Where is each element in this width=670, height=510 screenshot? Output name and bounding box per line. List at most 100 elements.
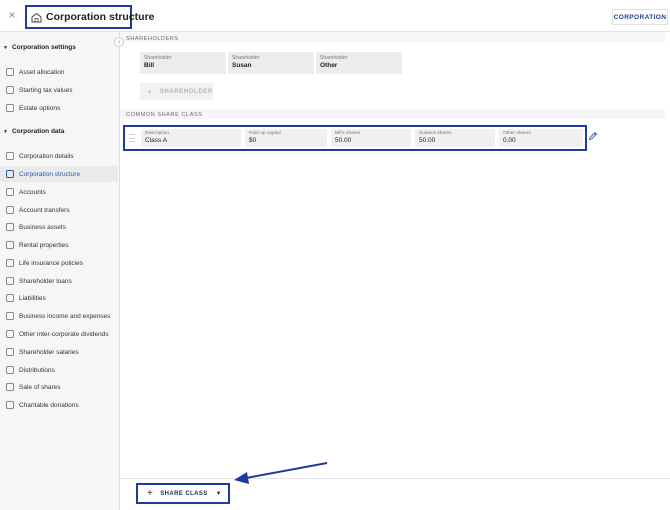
sidebar-item-other-inter-corporate-dividends[interactable]: Other inter-corporate dividends: [0, 326, 118, 342]
pie-chart-icon: [6, 68, 14, 76]
top-bar: × Corporation structure CORPORATION: [0, 0, 670, 32]
bank-icon: [6, 188, 14, 196]
field-value: 50.00: [419, 137, 436, 144]
shareholder-card-bill[interactable]: Shareholder Bill: [140, 52, 226, 74]
sidebar-item-liabilities[interactable]: Liabilities: [0, 290, 118, 306]
chart-icon: [6, 86, 14, 94]
sidebar-item-label: Rental properties: [19, 241, 69, 249]
salary-icon: [6, 348, 14, 356]
sidebar-item-label: Corporation details: [19, 152, 74, 160]
sidebar-item-label: Accounts: [19, 188, 46, 196]
field-label: Susan's shares: [419, 131, 452, 136]
shareholders-header-band: [120, 32, 665, 42]
income-icon: [6, 312, 14, 320]
sidebar-item-label: Account transfers: [19, 206, 70, 214]
field-value: 50.00: [335, 137, 352, 144]
sale-icon: [6, 383, 14, 391]
sidebar-item-corporation-structure[interactable]: Corporation structure: [0, 166, 118, 182]
app-window: × Corporation structure CORPORATION ▼ Co…: [0, 0, 670, 510]
susans-shares-field[interactable]: Susan's shares 50.00: [415, 129, 495, 147]
sidebar-item-label: Liabilities: [19, 294, 46, 302]
shareholder-field-label: Shareholder: [232, 55, 260, 61]
sidebar-item-shareholder-salaries[interactable]: Shareholder salaries: [0, 344, 118, 360]
shareholder-name: Bill: [144, 62, 155, 69]
sidebar-item-accounts[interactable]: Accounts: [0, 184, 118, 200]
sidebar-item-label: Business assets: [19, 223, 66, 231]
sidebar-item-shareholder-loans[interactable]: Shareholder loans: [0, 273, 118, 289]
estate-icon: [6, 104, 14, 112]
sidebar-section-title: Corporation settings: [11, 44, 76, 51]
field-label: Paid-up capital: [249, 131, 281, 136]
sidebar-item-estate-options[interactable]: Estate options: [0, 100, 118, 116]
field-label: Bill's shares: [335, 131, 361, 136]
sidebar-item-label: Shareholder salaries: [19, 348, 79, 356]
dividend-icon: [6, 330, 14, 338]
plus-icon: +: [147, 488, 154, 499]
sidebar-item-corporation-details[interactable]: Corporation details: [0, 148, 118, 164]
shareholder-field-label: Shareholder: [144, 55, 172, 61]
sidebar-item-label: Business income and expenses: [19, 312, 111, 320]
sidebar-item-label: Sale of shares: [19, 383, 61, 391]
sidebar-item-asset-allocation[interactable]: Asset allocation: [0, 64, 118, 80]
sidebar-item-label: Other inter-corporate dividends: [19, 330, 109, 338]
sidebar-section-corporation-settings[interactable]: ▼ Corporation settings: [3, 44, 76, 51]
pencil-edit-icon[interactable]: [588, 131, 598, 141]
plus-icon: +: [147, 86, 153, 97]
shareholder-name: Other: [320, 62, 338, 69]
sidebar-item-business-assets[interactable]: Business assets: [0, 219, 118, 235]
drag-handle-icon[interactable]: [129, 134, 135, 142]
sidebar-item-life-insurance-policies[interactable]: Life insurance policies: [0, 255, 118, 271]
sidebar-item-label: Asset allocation: [19, 68, 65, 76]
add-shareholder-label: SHAREHOLDER: [159, 88, 213, 95]
caret-down-icon: ▼: [215, 490, 222, 497]
add-shareholder-button[interactable]: + SHAREHOLDER: [140, 83, 213, 100]
sidebar-item-rental-properties[interactable]: Rental properties: [0, 237, 118, 253]
building-icon: [6, 223, 14, 231]
share-class-button-label: SHARE CLASS: [160, 490, 208, 497]
corporation-badge[interactable]: CORPORATION: [612, 9, 668, 25]
field-value: 0.00: [503, 137, 516, 144]
corporation-building-icon: [31, 12, 42, 23]
details-icon: [6, 152, 14, 160]
sidebar: ▼ Corporation settings Asset allocation …: [0, 32, 120, 510]
house-icon: [6, 241, 14, 249]
sidebar-section-title: Corporation data: [11, 128, 65, 135]
other-shares-field[interactable]: Other shares 0.00: [499, 129, 583, 147]
chevron-down-icon: ▼: [3, 44, 8, 51]
field-value: $0: [249, 137, 257, 144]
bills-shares-field[interactable]: Bill's shares 50.00: [331, 129, 411, 147]
paid-up-capital-field[interactable]: Paid-up capital $0: [245, 129, 327, 147]
sidebar-item-label: Distributions: [19, 366, 55, 374]
sidebar-item-charitable-donations[interactable]: Charitable donations: [0, 397, 118, 413]
sidebar-item-label: Charitable donations: [19, 401, 79, 409]
field-value: Class A: [145, 137, 168, 144]
sidebar-item-account-transfers[interactable]: Account transfers: [0, 202, 118, 218]
page-title: Corporation structure: [25, 5, 155, 29]
close-icon[interactable]: ×: [6, 9, 18, 21]
shareholder-name: Susan: [232, 62, 252, 69]
sidebar-item-label: Corporation structure: [19, 170, 81, 178]
chevron-down-icon: ▼: [3, 128, 8, 135]
collapse-sidebar-button[interactable]: ‹: [114, 37, 124, 47]
sidebar-item-label: Life insurance policies: [19, 259, 83, 267]
shareholder-card-other[interactable]: Shareholder Other: [316, 52, 402, 74]
sidebar-item-label: Starting tax values: [19, 86, 73, 94]
shareholder-card-susan[interactable]: Shareholder Susan: [228, 52, 314, 74]
share-class-description-field[interactable]: Description Class A: [141, 129, 241, 147]
field-label: Description: [145, 131, 169, 136]
umbrella-icon: [6, 259, 14, 267]
shareholders-section-label: SHAREHOLDERS: [126, 36, 179, 42]
sidebar-item-starting-tax-values[interactable]: Starting tax values: [0, 82, 118, 98]
donation-icon: [6, 401, 14, 409]
structure-icon: [6, 170, 14, 178]
sidebar-item-sale-of-shares[interactable]: Sale of shares: [0, 379, 118, 395]
sidebar-section-corporation-data[interactable]: ▼ Corporation data: [3, 128, 64, 135]
add-share-class-button[interactable]: + SHARE CLASS ▼: [136, 483, 230, 504]
common-share-class-label: COMMON SHARE CLASS: [126, 112, 203, 118]
sidebar-item-distributions[interactable]: Distributions: [0, 362, 118, 378]
sidebar-item-label: Shareholder loans: [19, 277, 72, 285]
main-content: SHAREHOLDERS Shareholder Bill Shareholde…: [120, 32, 670, 510]
transfer-icon: [6, 206, 14, 214]
sidebar-item-business-income-and-expenses[interactable]: Business income and expenses: [0, 308, 118, 324]
shareholder-field-label: Shareholder: [320, 55, 348, 61]
